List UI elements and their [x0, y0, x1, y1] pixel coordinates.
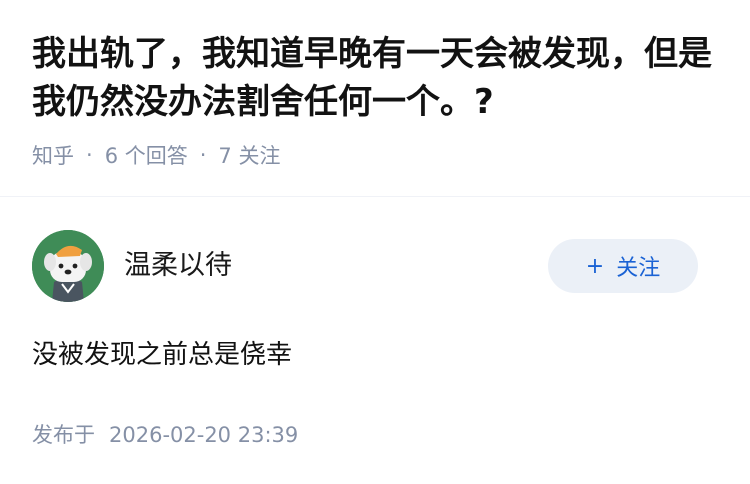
meta-separator: ·: [199, 143, 207, 167]
plus-icon: +: [585, 253, 605, 279]
answers-count[interactable]: 6 个回答: [105, 140, 188, 170]
question-title[interactable]: 我出轨了，我知道早晚有一天会被发现，但是我仍然没办法割舍任何一个。?: [32, 30, 718, 126]
cartoon-dog-avatar-icon[interactable]: [32, 230, 104, 302]
answer-card: 温柔以待 + 关注 没被发现之前总是侥幸 发布于 2026-02-20 23:39: [0, 197, 750, 449]
source-label[interactable]: 知乎: [32, 140, 74, 170]
author-row: 温柔以待 + 关注: [32, 229, 718, 303]
answer-content: 没被发现之前总是侥幸: [32, 340, 293, 370]
published-time: 发布于 2026-02-20 23:39: [32, 419, 718, 449]
question-meta: 知乎 · 6 个回答 · 7 关注: [32, 140, 718, 170]
follow-button[interactable]: + 关注: [548, 239, 698, 293]
published-time-value: 2026-02-20 23:39: [109, 423, 299, 447]
follow-button-label: 关注: [616, 256, 661, 281]
question-header: 我出轨了，我知道早晚有一天会被发现，但是我仍然没办法割舍任何一个。? 知乎 · …: [0, 0, 750, 170]
published-label: 发布于: [32, 423, 95, 447]
meta-separator: ·: [86, 143, 93, 167]
followers-count[interactable]: 7 关注: [218, 140, 280, 170]
author-name[interactable]: 温柔以待: [124, 243, 548, 282]
